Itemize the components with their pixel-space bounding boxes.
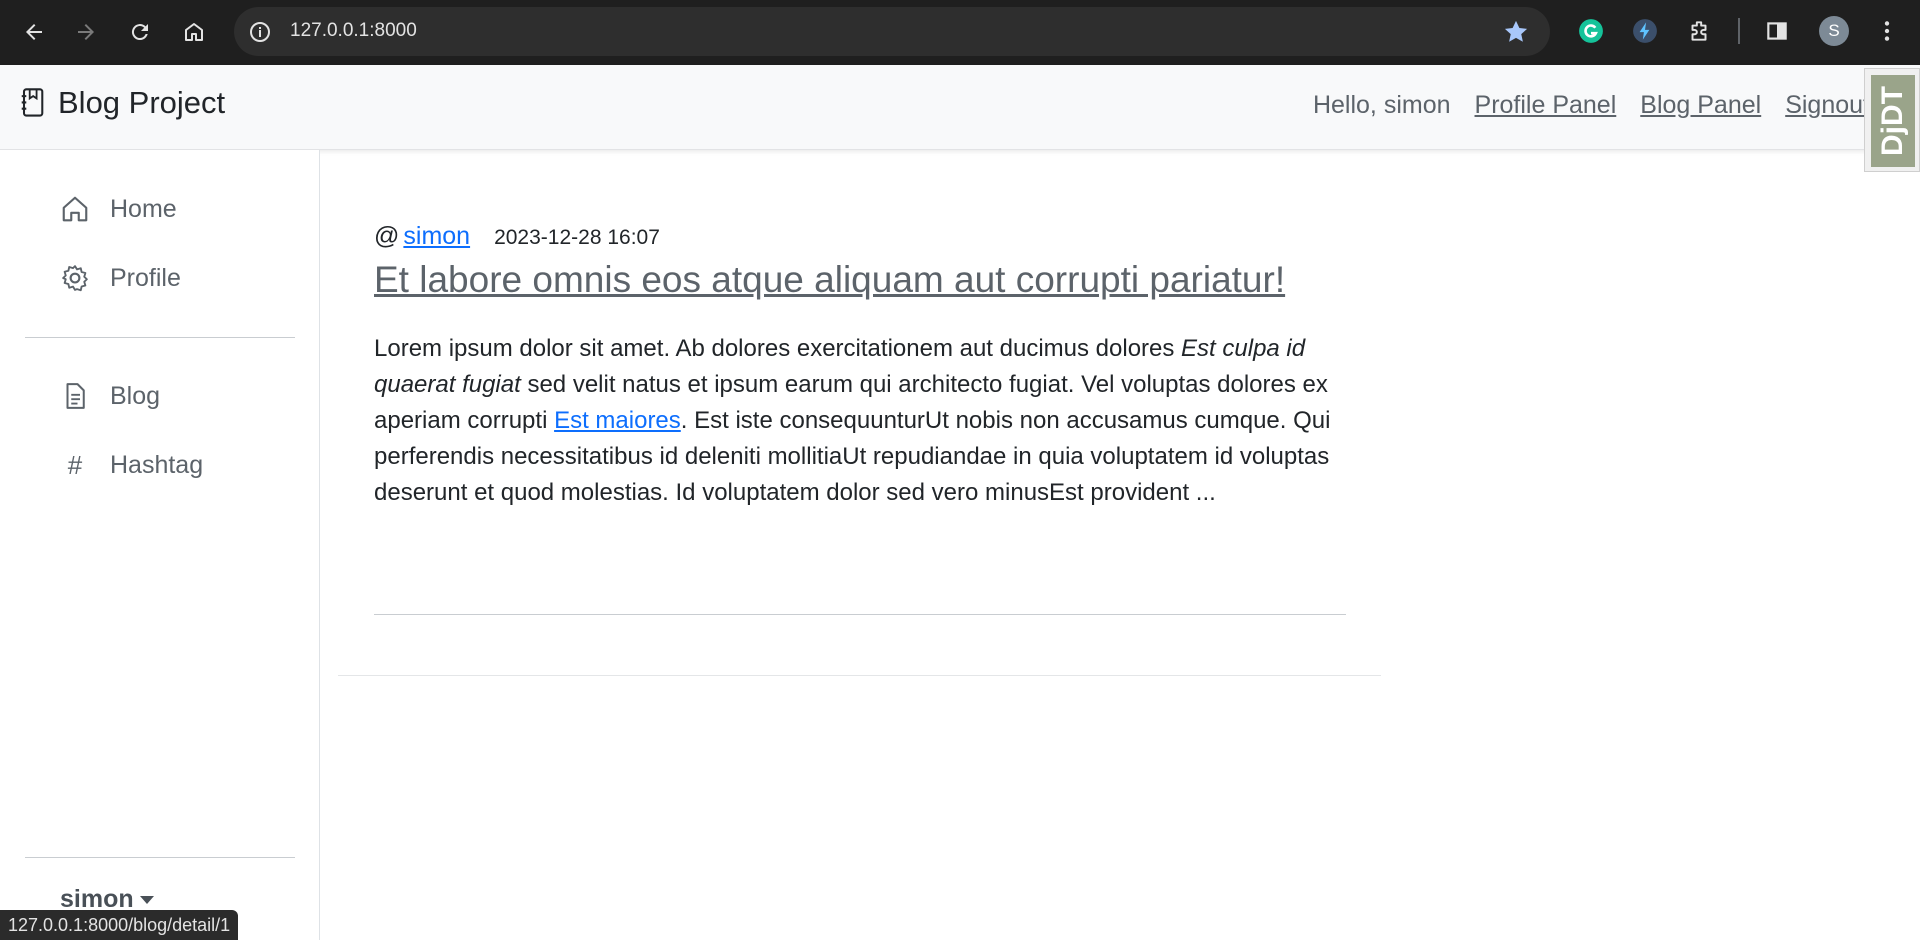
signout-link[interactable]: Signout [1785,91,1870,120]
grammarly-extension-icon[interactable] [1576,16,1606,46]
brand-title: Blog Project [58,85,226,120]
bookmark-star-icon[interactable] [1502,18,1530,46]
blog-post: @ simon 2023-12-28 16:07 Et labore omnis… [374,222,1346,511]
bolt-extension-icon[interactable] [1630,16,1660,46]
excerpt-link[interactable]: Est maiores [554,407,681,434]
debug-toolbar-handle[interactable]: DjDT [1864,68,1920,172]
journal-icon [21,88,44,117]
post-title-link[interactable]: Et labore omnis eos atque aliquam aut co… [374,259,1346,301]
greeting-text: Hello, simon [1312,91,1451,119]
post-divider [374,614,1346,615]
excerpt-text: Lorem ipsum dolor sit amet. Ab dolores e… [374,335,1182,362]
sidebar-divider-bottom [25,857,295,858]
arrow-right-icon [78,24,94,40]
link-status-bubble: 127.0.0.1:8000/blog/detail/1 [0,910,239,940]
reload-button[interactable] [120,12,160,52]
sidebar: Home Profile Blog # Hashtag simon [0,150,320,940]
home-icon [185,23,203,41]
caret-down-icon [139,895,154,904]
post-date: 2023-12-28 16:07 [494,226,660,249]
side-panel-icon[interactable] [1762,16,1792,46]
profile-avatar[interactable]: S [1819,16,1849,46]
post-meta: @ simon 2023-12-28 16:07 [374,222,1346,251]
navbar-user-links: Hello, simon Profile Panel Blog Panel Si… [1313,91,1882,120]
author-link[interactable]: simon [403,222,470,251]
toolbar-divider [1738,18,1740,44]
sidebar-item-blog[interactable]: Blog [58,379,160,413]
house-icon [58,192,92,226]
sidebar-divider [25,337,295,338]
list-divider [338,675,1381,676]
reload-icon [131,24,148,41]
address-bar[interactable]: 127.0.0.1:8000 [234,7,1550,56]
debug-toolbar-label: DjDT [1876,86,1909,156]
chrome-menu-icon[interactable] [1872,16,1902,46]
blog-panel-link[interactable]: Blog Panel [1640,91,1761,120]
post-excerpt: Lorem ipsum dolor sit amet. Ab dolores e… [374,331,1354,511]
document-icon [58,379,92,413]
browser-toolbar: 127.0.0.1:8000 S [0,0,1920,65]
sidebar-item-profile[interactable]: Profile [58,261,181,295]
site-info-icon[interactable] [248,20,272,44]
brand-link[interactable]: Blog Project [18,85,225,121]
profile-panel-link[interactable]: Profile Panel [1475,91,1617,120]
sidebar-item-label: Profile [110,263,181,292]
sidebar-item-label: Blog [110,381,161,410]
hash-icon: # [67,449,83,480]
sidebar-item-label: Hashtag [110,450,204,479]
at-symbol: @ [374,222,400,250]
url-text[interactable]: 127.0.0.1:8000 [290,20,417,42]
sidebar-item-home[interactable]: Home [58,192,177,226]
app-navbar: Blog Project Hello, simon Profile Panel … [0,65,1920,150]
back-button[interactable] [14,12,54,52]
gear-icon [58,261,92,295]
extensions-puzzle-icon[interactable] [1684,16,1714,46]
home-button[interactable] [174,12,214,52]
arrow-left-icon [26,24,42,40]
forward-button[interactable] [66,12,106,52]
sidebar-item-hashtag[interactable]: # Hashtag [58,448,203,482]
sidebar-item-label: Home [110,194,177,223]
